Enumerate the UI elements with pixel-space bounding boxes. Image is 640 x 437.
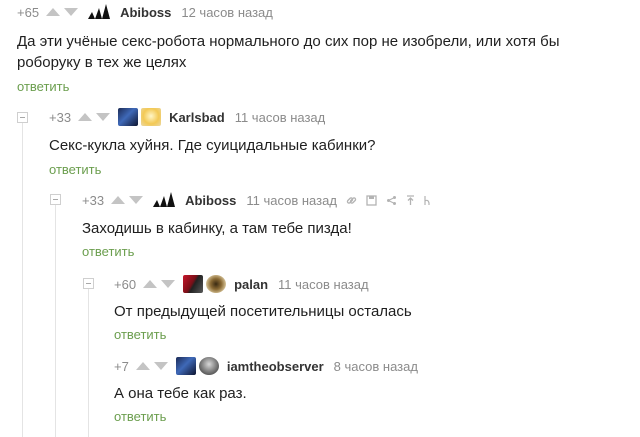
upvote-icon[interactable] — [143, 280, 158, 288]
comment-text: От предыдущей посетительницы осталась — [114, 303, 412, 320]
downvote-icon[interactable] — [64, 8, 79, 16]
avatar[interactable] — [118, 108, 139, 126]
avatar[interactable] — [198, 357, 219, 375]
comment-header: +65 Abiboss 12 часов назад — [17, 2, 273, 22]
reply-link[interactable]: ответить — [82, 244, 134, 259]
comment-header: +33 Karlsbad 11 часов назад — [49, 107, 325, 127]
comment-text: Да эти учёные секс-робота нормального до… — [17, 33, 560, 71]
comment-time[interactable]: 12 часов назад — [181, 5, 273, 20]
upvote-icon[interactable] — [111, 196, 126, 204]
comment-rating: +60 — [114, 276, 137, 292]
avatar[interactable] — [141, 108, 162, 126]
reply-link[interactable]: ответить — [17, 79, 69, 94]
comment-time[interactable]: 11 часов назад — [235, 110, 326, 125]
username[interactable]: iamtheobserver — [227, 359, 324, 374]
comment-rating: +7 — [114, 358, 129, 374]
share-icon[interactable] — [386, 195, 397, 206]
reply-link[interactable]: ответить — [114, 327, 166, 342]
more-icon[interactable] — [424, 195, 430, 206]
scroll-up-icon[interactable] — [406, 194, 415, 206]
comment-time[interactable]: 11 часов назад — [278, 277, 369, 292]
username[interactable]: Abiboss — [185, 193, 236, 208]
comment-header: +33 Abiboss 11 часов назад — [82, 190, 430, 210]
comment-time[interactable]: 8 часов назад — [334, 359, 418, 374]
avatar[interactable] — [151, 191, 177, 209]
avatar[interactable] — [86, 3, 112, 21]
collapse-icon[interactable] — [17, 112, 28, 123]
collapse-icon[interactable] — [83, 278, 94, 289]
upvote-icon[interactable] — [78, 113, 93, 121]
thread-line-level-1 — [22, 122, 23, 437]
avatar[interactable] — [175, 357, 196, 375]
comment-text: Заходишь в кабинку, а там тебе пизда! — [82, 220, 352, 237]
comment-time[interactable]: 11 часов назад — [246, 193, 337, 208]
downvote-icon[interactable] — [96, 113, 111, 121]
downvote-icon[interactable] — [153, 362, 168, 370]
avatar[interactable] — [206, 275, 227, 293]
downvote-icon[interactable] — [129, 196, 144, 204]
comment-header: +7 iamtheobserver 8 часов назад — [114, 356, 418, 376]
username[interactable]: palan — [234, 277, 268, 292]
reply-link[interactable]: ответить — [114, 409, 166, 424]
avatar[interactable] — [183, 275, 204, 293]
comment-text: Секс-кукла хуйня. Где суицидальные кабин… — [49, 137, 376, 154]
comment-text: А она тебе как раз. — [114, 385, 247, 402]
comment-rating: +33 — [49, 109, 72, 125]
thread-line-level-3 — [88, 288, 89, 437]
thread-line-level-2 — [55, 204, 56, 437]
save-icon[interactable] — [366, 194, 377, 206]
username[interactable]: Abiboss — [120, 5, 171, 20]
upvote-icon[interactable] — [46, 8, 61, 16]
upvote-icon[interactable] — [135, 362, 150, 370]
comment-rating: +65 — [17, 4, 40, 20]
downvote-icon[interactable] — [161, 280, 176, 288]
comment-rating: +33 — [82, 192, 105, 208]
collapse-icon[interactable] — [50, 194, 61, 205]
comment-header: +60 palan 11 часов назад — [114, 274, 369, 294]
link-icon[interactable] — [346, 195, 357, 206]
reply-link[interactable]: ответить — [49, 162, 101, 177]
username[interactable]: Karlsbad — [169, 110, 225, 125]
